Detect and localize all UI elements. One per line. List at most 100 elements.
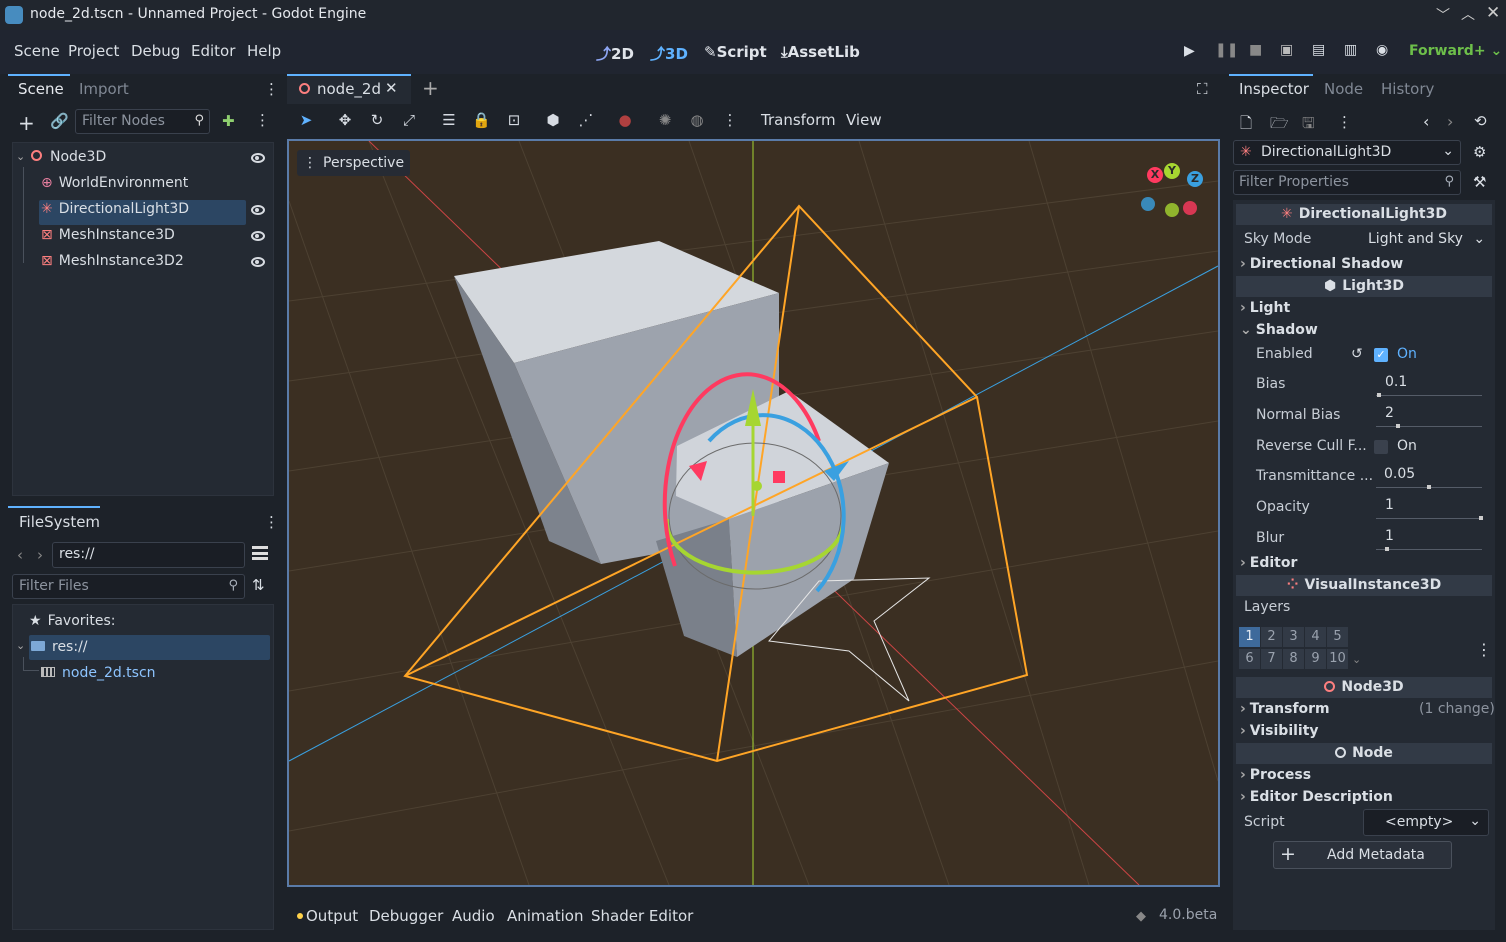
sky-mode-select[interactable]: Light and Sky ⌄ [1368,231,1485,247]
tab-debugger[interactable]: Debugger [369,907,443,925]
visibility-eye-icon[interactable] [251,257,265,267]
dock-menu-icon[interactable]: ⋮ [264,80,279,98]
axis-x-handle[interactable]: X [1147,167,1163,183]
tree-item-meshinstance3d2[interactable]: ⊠ MeshInstance3D2 [41,253,184,269]
visibility-eye-icon[interactable] [251,205,265,215]
minimize-icon[interactable]: ﹀ [1436,5,1450,25]
remote-debug-icon[interactable]: ▣ [1280,42,1293,58]
filter-files-input[interactable]: Filter Files ⚲ [12,574,245,599]
menu-project[interactable]: Project [68,42,119,60]
open-folder-icon[interactable]: 🗁 [1270,113,1289,138]
sort-icon[interactable]: ⇅ [252,576,265,594]
layer-7[interactable]: 7 [1261,649,1282,669]
rotate-tool-icon[interactable]: ↻ [368,111,386,129]
reverse-cull-checkbox[interactable] [1374,440,1388,454]
tab-inspector[interactable]: Inspector [1239,80,1309,98]
select-tool-icon[interactable]: ➤ [297,111,315,129]
layers-menu-icon[interactable]: ⋮ [1476,640,1492,659]
group-icon[interactable]: ⊡ [505,111,523,129]
menu-debug[interactable]: Debug [131,42,180,60]
category-process[interactable]: › Process [1240,767,1311,783]
maximize-icon[interactable]: ︿ [1461,4,1475,24]
3d-viewport[interactable]: ⋮ Perspective X Y Z [287,139,1220,887]
category-visibility[interactable]: › Visibility [1240,723,1319,739]
layer-4[interactable]: 4 [1305,627,1326,647]
distraction-free-icon[interactable]: ⛶ [1197,80,1208,98]
close-icon[interactable]: ✕ [1486,3,1500,23]
axis-z-handle[interactable]: Z [1187,171,1203,187]
object-history-icon[interactable]: ⟲ [1474,112,1487,130]
play-custom-scene-icon[interactable]: ▥ [1344,42,1357,58]
blur-slider[interactable]: 1 [1376,528,1482,550]
revert-icon[interactable]: ↺ [1351,346,1363,362]
view-orientation-gizmo[interactable]: X Y Z [1135,163,1205,223]
layer-8[interactable]: 8 [1283,649,1304,669]
object-selector[interactable]: ✳ DirectionalLight3D ⌄ [1233,140,1461,165]
favorites-item[interactable]: ★ Favorites: [29,613,116,629]
opacity-slider-grabber[interactable] [1479,516,1483,520]
transmittance-slider-grabber[interactable] [1427,485,1431,489]
add-metadata-button[interactable]: + Add Metadata [1273,841,1452,869]
tree-item-directionallight3d[interactable]: ✳ DirectionalLight3D [41,201,189,217]
back-arrow-icon[interactable]: ‹ [17,546,23,564]
category-shadow[interactable]: ⌄ Shadow [1240,322,1318,338]
new-resource-icon[interactable]: 🗋 [1240,113,1252,138]
transform-menu[interactable]: Transform [761,111,836,129]
snap-icon[interactable]: ⋰ [577,111,595,129]
blur-slider-grabber[interactable] [1385,547,1389,551]
movie-maker-icon[interactable]: ◉ [1376,42,1388,58]
path-field[interactable]: res:// [52,542,245,568]
menu-editor[interactable]: Editor [191,42,235,60]
bias-slider[interactable]: 0.1 [1376,374,1482,396]
scale-tool-icon[interactable]: ⤢ [400,111,418,129]
resource-options-icon[interactable]: ⋮ [1337,113,1352,131]
history-forward-icon[interactable]: › [1447,112,1453,131]
axis-neg-x-handle[interactable] [1183,201,1197,215]
workspace-assetlib-button[interactable]: ⤓AssetLib [781,43,860,61]
save-icon[interactable]: 🖫 [1302,113,1315,138]
new-scene-tab-icon[interactable]: + [422,76,439,100]
layer-5[interactable]: 5 [1327,627,1348,647]
history-back-icon[interactable]: ‹ [1423,112,1429,131]
play-icon[interactable]: ▶ [1184,43,1195,59]
layer-3[interactable]: 3 [1283,627,1304,647]
root-folder-item[interactable]: res:// [31,639,88,655]
object-properties-icon[interactable]: ⚙ [1473,143,1486,161]
collapse-arrow-icon[interactable]: ⌄ [16,639,25,652]
tab-animation[interactable]: Animation [507,907,583,925]
layer-6[interactable]: 6 [1239,649,1260,669]
split-view-icon[interactable] [252,546,268,560]
tab-import[interactable]: Import [79,80,129,98]
stop-icon[interactable]: ■ [1249,42,1262,58]
menu-help[interactable]: Help [247,42,281,60]
editor-tab[interactable]: node_2d ✕ [287,74,411,104]
tab-shader-editor[interactable]: Shader Editor [591,907,693,925]
attach-script-icon[interactable]: ✚ [222,112,235,130]
visibility-eye-icon[interactable] [251,153,265,163]
scene-options-icon[interactable]: ⋮ [255,111,270,129]
close-tab-icon[interactable]: ✕ [385,79,398,97]
tab-output[interactable]: Output [306,907,358,925]
filesystem-title[interactable]: FileSystem [19,513,100,531]
category-light[interactable]: › Light [1240,300,1290,316]
opacity-slider[interactable]: 1 [1376,497,1482,519]
workspace-2d-button[interactable]: ⤴2D [596,43,634,64]
tab-scene[interactable]: Scene [18,80,64,98]
category-directional-shadow[interactable]: › Directional Shadow [1240,256,1403,272]
list-select-icon[interactable]: ☰ [440,111,458,129]
inspector-tools-icon[interactable]: ⚒ [1473,173,1486,191]
pause-icon[interactable]: ❚❚ [1215,42,1238,58]
menu-scene[interactable]: Scene [14,42,60,60]
move-tool-icon[interactable]: ✥ [336,111,354,129]
workspace-script-button[interactable]: ✎Script [704,43,767,61]
sun-preview-icon[interactable]: ✺ [656,111,674,129]
category-transform[interactable]: › Transform [1240,701,1330,717]
normal-bias-slider-grabber[interactable] [1396,424,1400,428]
environment-preview-icon[interactable]: ◍ [688,111,706,129]
layer-9[interactable]: 9 [1305,649,1326,669]
category-editor[interactable]: › Editor [1240,555,1297,571]
normal-bias-slider[interactable]: 2 [1376,405,1482,427]
add-node-icon[interactable]: + [18,111,35,135]
visibility-eye-icon[interactable] [251,231,265,241]
tab-node[interactable]: Node [1324,80,1363,98]
